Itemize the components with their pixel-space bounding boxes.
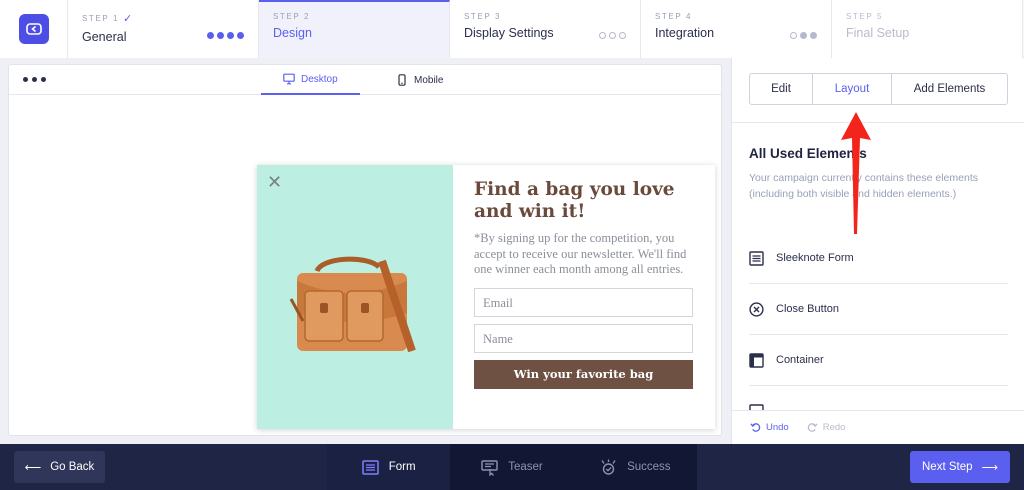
teaser-icon [481, 459, 498, 476]
step-integration[interactable]: STEP 4 Integration [641, 0, 832, 58]
history-bar: Undo Redo [732, 410, 1024, 444]
bottom-bar: ⟵ Go Back Form Teaser Success Next Step … [0, 444, 1024, 490]
popup-image-panel: ✕ [257, 165, 453, 429]
mobile-icon [398, 74, 406, 86]
tab-label: Mobile [414, 74, 444, 86]
step-label: STEP 1 [82, 14, 120, 23]
progress-dot [207, 32, 214, 39]
container-icon [749, 352, 764, 368]
tab-desktop[interactable]: Desktop [261, 65, 360, 95]
email-field[interactable]: Email [474, 287, 693, 317]
progress-dot [810, 32, 817, 39]
element-row-container[interactable]: Container [749, 335, 1008, 386]
popup-content: Find a bag you love and win it! *By sign… [453, 165, 715, 429]
step-label: STEP 5 [846, 12, 884, 21]
tab-add-elements[interactable]: Add Elements [892, 74, 1007, 104]
success-icon [601, 459, 616, 475]
elements-sidebar: Edit Layout Add Elements All Used Elemen… [731, 58, 1024, 444]
next-step-button[interactable]: Next Step ⟶ [910, 451, 1010, 483]
step-design[interactable]: STEP 2 Design [259, 0, 450, 58]
undo-button[interactable]: Undo [750, 422, 789, 433]
progress-dot [227, 32, 234, 39]
divider [732, 122, 1024, 123]
mode-tabs: Form Teaser Success [327, 444, 697, 490]
annotation-arrow-icon [841, 112, 871, 234]
tab-label: Success [627, 461, 671, 473]
step-label: STEP 2 [273, 12, 311, 21]
element-row-sleeknote-form[interactable]: Sleeknote Form [749, 233, 1008, 284]
progress-dots [599, 32, 626, 39]
progress-dots [207, 32, 244, 39]
progress-dot [609, 32, 616, 39]
bag-image [289, 256, 416, 353]
step-final-setup[interactable]: STEP 5 Final Setup [832, 0, 1023, 58]
popup-preview[interactable]: ✕ Find a bag you love and win it! *By si… [257, 165, 715, 429]
element-label: Sleeknote Form [776, 252, 854, 264]
step-label: STEP 3 [464, 12, 502, 21]
preview-header: Desktop Mobile [9, 65, 721, 95]
undo-icon [750, 423, 761, 432]
tab-edit[interactable]: Edit [750, 74, 813, 104]
tab-teaser[interactable]: Teaser [450, 444, 573, 490]
name-field[interactable]: Name [474, 323, 693, 353]
tab-label: Form [388, 461, 416, 473]
preview-panel: Desktop Mobile ✕ Find a bag you love and… [8, 64, 722, 436]
steps-bar: STEP 1 ✓ General STEP 2 Design STEP 3 Dis… [0, 0, 1024, 58]
form-icon [749, 250, 764, 266]
element-label: Close Button [776, 303, 839, 315]
step-general[interactable]: STEP 1 ✓ General [68, 0, 259, 58]
go-back-label: Go Back [50, 461, 95, 473]
tab-label: Desktop [301, 73, 338, 85]
close-icon[interactable]: ✕ [267, 173, 282, 191]
popup-text: *By signing up for the competition, you … [474, 231, 687, 276]
progress-dots [790, 32, 817, 39]
redo-icon [807, 423, 818, 432]
logo-cell [0, 0, 68, 58]
tab-mobile[interactable]: Mobile [374, 65, 465, 95]
progress-dot [790, 32, 797, 39]
arrow-left-icon: ⟵ [24, 462, 42, 474]
next-step-label: Next Step [922, 461, 973, 473]
arrow-right-icon: ⟶ [981, 462, 999, 474]
redo-button[interactable]: Redo [807, 422, 846, 433]
undo-label: Undo [766, 422, 789, 433]
redo-label: Redo [822, 422, 846, 433]
tab-success[interactable]: Success [574, 444, 697, 490]
checkmark-icon: ✓ [123, 13, 133, 25]
win-bag-button[interactable]: Win your favorite bag [474, 359, 693, 389]
form-icon [361, 459, 379, 475]
go-back-button[interactable]: ⟵ Go Back [14, 451, 105, 483]
step-display-settings[interactable]: STEP 3 Display Settings [450, 0, 641, 58]
sidebar-tabs: Edit Layout Add Elements [749, 73, 1008, 105]
popup-title: Find a bag you love and win it! [474, 179, 675, 222]
progress-dot [619, 32, 626, 39]
element-row-close-button[interactable]: Close Button [749, 284, 1008, 335]
logo[interactable] [18, 14, 49, 44]
element-label: Container [776, 354, 824, 366]
tab-layout[interactable]: Layout [813, 74, 892, 104]
progress-dot [800, 32, 807, 39]
desktop-icon [283, 73, 295, 85]
more-options-icon[interactable] [23, 77, 46, 82]
sleeknote-logo-icon [25, 23, 42, 35]
close-circle-icon [749, 301, 764, 317]
step-name: Final Setup [846, 26, 910, 40]
tab-label: Teaser [508, 461, 543, 473]
progress-dot [599, 32, 606, 39]
progress-dot [217, 32, 224, 39]
tab-form[interactable]: Form [327, 444, 451, 490]
progress-dot [237, 32, 244, 39]
step-label: STEP 4 [655, 12, 693, 21]
step-name: Design [273, 26, 312, 40]
